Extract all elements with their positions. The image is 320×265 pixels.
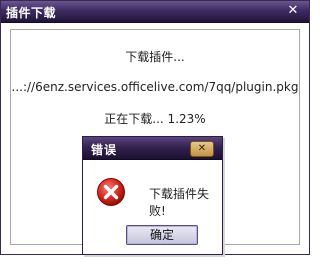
window-title: 插件下载 [6,6,57,20]
titlebar: 插件下载 ✕ [1,1,309,23]
error-titlebar: 错误 ✕ [83,137,222,160]
error-icon [97,178,125,206]
ok-button[interactable]: 确定 [126,225,198,245]
close-icon[interactable]: ✕ [190,141,214,157]
download-status: 正在下载... 1.23% [104,112,206,126]
error-message: 下载插件失败! [149,187,210,218]
error-dialog: 错误 ✕ 下载插件失败! 确定 [82,136,223,255]
download-heading: 下载插件... [125,50,185,64]
error-dialog-title: 错误 [91,143,118,157]
close-icon[interactable]: ✕ [285,3,301,19]
download-url: ...://6enz.services.officelive.com/7qq/p… [11,80,299,94]
